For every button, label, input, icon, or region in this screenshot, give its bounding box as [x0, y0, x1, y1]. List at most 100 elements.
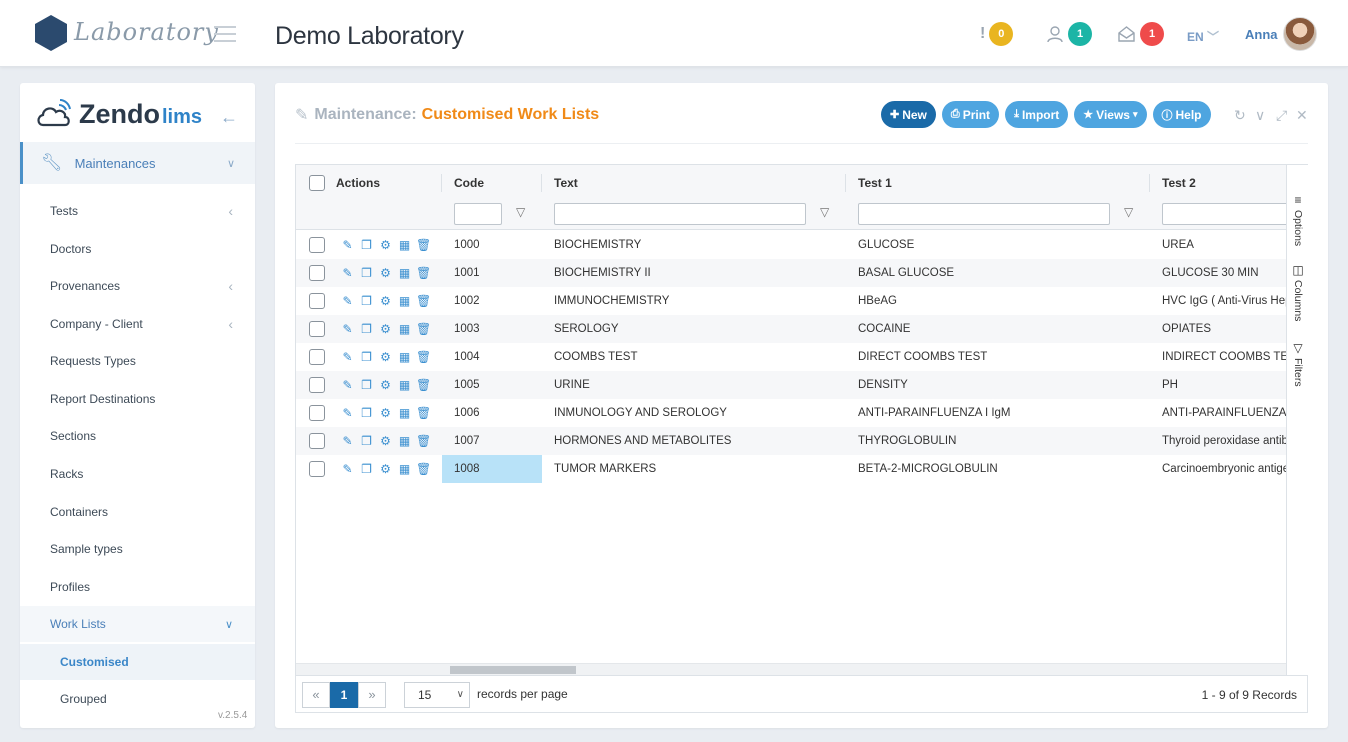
print-button[interactable]: ⎙ Print: [941, 101, 1000, 128]
pencil-icon[interactable]: ✎: [340, 322, 355, 336]
cell-text[interactable]: URINE: [554, 371, 844, 399]
row-checkbox[interactable]: [309, 265, 325, 281]
trash-icon[interactable]: 🗑︎: [416, 462, 431, 476]
trash-icon[interactable]: 🗑︎: [416, 434, 431, 448]
table-row[interactable]: ✎ ❐ ⚙ ▦ 🗑︎ 1003 SEROLOGY COCAINE OPIATES: [296, 315, 1286, 343]
cell-text[interactable]: BIOCHEMISTRY: [554, 231, 844, 259]
sidebar-section-maintenances[interactable]: 🔧︎ Maintenances ∨: [20, 142, 255, 184]
cell-test1[interactable]: COCAINE: [858, 315, 1148, 343]
trash-icon[interactable]: 🗑︎: [416, 238, 431, 252]
row-checkbox[interactable]: [309, 405, 325, 421]
user-name[interactable]: Anna: [1245, 27, 1278, 42]
code-filter-input[interactable]: [454, 203, 502, 225]
views-button[interactable]: ★ Views ▾: [1074, 101, 1147, 128]
table-row[interactable]: ✎ ❐ ⚙ ▦ 🗑︎ 1007 HORMONES AND METABOLITES THYROG…: [296, 427, 1286, 455]
table-row[interactable]: ✎ ❐ ⚙ ▦ 🗑︎ 1008 TUMOR MARKERS BETA-2-MICROGLOBU…: [296, 455, 1286, 483]
cell-text[interactable]: TUMOR MARKERS: [554, 455, 844, 483]
import-button[interactable]: ⤓ Import: [1005, 101, 1069, 128]
row-checkbox[interactable]: [309, 293, 325, 309]
copy-icon[interactable]: ❐: [359, 350, 374, 364]
text-filter-input[interactable]: [554, 203, 806, 225]
filter-icon[interactable]: ▽: [820, 205, 829, 219]
row-checkbox[interactable]: [309, 377, 325, 393]
cell-test1[interactable]: DENSITY: [858, 371, 1148, 399]
sidebar-subitem-customised[interactable]: Customised: [20, 644, 255, 680]
trash-icon[interactable]: 🗑︎: [416, 350, 431, 364]
gear-icon[interactable]: ⚙: [378, 350, 393, 364]
gear-icon[interactable]: ⚙: [378, 266, 393, 280]
pencil-icon[interactable]: ✎: [340, 294, 355, 308]
test2-filter-input[interactable]: [1162, 203, 1286, 225]
cell-test2[interactable]: GLUCOSE 30 MIN: [1162, 259, 1286, 287]
filters-tab[interactable]: ▽ Filters: [1289, 341, 1307, 387]
cell-test2[interactable]: OPIATES: [1162, 315, 1286, 343]
copy-icon[interactable]: ❐: [359, 406, 374, 420]
cell-test1[interactable]: DIRECT COOMBS TEST: [858, 343, 1148, 371]
cell-code[interactable]: 1005: [442, 371, 542, 399]
refresh-icon[interactable]: ↻: [1234, 107, 1246, 124]
chevron-down-icon[interactable]: ∨: [1255, 107, 1265, 124]
cell-code[interactable]: 1000: [442, 231, 542, 259]
trash-icon[interactable]: 🗑︎: [416, 322, 431, 336]
film-icon[interactable]: ▦: [397, 322, 412, 336]
filter-icon[interactable]: ▽: [516, 205, 525, 219]
cell-code[interactable]: 1003: [442, 315, 542, 343]
sidebar-item-provenances[interactable]: Provenances ‹: [20, 268, 255, 304]
film-icon[interactable]: ▦: [397, 294, 412, 308]
pencil-icon[interactable]: ✎: [340, 378, 355, 392]
film-icon[interactable]: ▦: [397, 406, 412, 420]
table-row[interactable]: ✎ ❐ ⚙ ▦ 🗑︎ 1004 COOMBS TEST DIRECT COOMBS TEST I…: [296, 343, 1286, 371]
pencil-icon[interactable]: ✎: [340, 238, 355, 252]
copy-icon[interactable]: ❐: [359, 238, 374, 252]
gear-icon[interactable]: ⚙: [378, 406, 393, 420]
sidebar-item-containers[interactable]: Containers: [20, 494, 255, 530]
alerts-button[interactable]: ! 0: [980, 22, 1014, 46]
gear-icon[interactable]: ⚙: [378, 294, 393, 308]
cell-test1[interactable]: HBeAG: [858, 287, 1148, 315]
sidebar-item-sample-types[interactable]: Sample types: [20, 531, 255, 567]
cell-test1[interactable]: BETA-2-MICROGLOBULIN: [858, 455, 1148, 483]
pencil-icon[interactable]: ✎: [340, 462, 355, 476]
cell-test2[interactable]: INDIRECT COOMBS TEST: [1162, 343, 1286, 371]
pencil-icon[interactable]: ✎: [340, 406, 355, 420]
row-checkbox[interactable]: [309, 349, 325, 365]
sidebar-item-company-client[interactable]: Company - Client ‹: [20, 306, 255, 342]
help-button[interactable]: ⓘ Help: [1152, 101, 1211, 128]
arrow-left-icon[interactable]: ←: [220, 107, 238, 128]
copy-icon[interactable]: ❐: [359, 266, 374, 280]
options-tab[interactable]: ≡ Options: [1289, 193, 1307, 246]
table-row[interactable]: ✎ ❐ ⚙ ▦ 🗑︎ 1001 BIOCHEMISTRY II BASAL GLUCOSE GL…: [296, 259, 1286, 287]
copy-icon[interactable]: ❐: [359, 378, 374, 392]
trash-icon[interactable]: 🗑︎: [416, 266, 431, 280]
gear-icon[interactable]: ⚙: [378, 462, 393, 476]
row-checkbox[interactable]: [309, 433, 325, 449]
current-page-button[interactable]: 1: [330, 682, 358, 708]
gear-icon[interactable]: ⚙: [378, 378, 393, 392]
cell-text[interactable]: COOMBS TEST: [554, 343, 844, 371]
row-checkbox[interactable]: [309, 321, 325, 337]
column-separator[interactable]: [541, 174, 542, 192]
sidebar-item-sections[interactable]: Sections: [20, 418, 255, 454]
horizontal-scrollbar[interactable]: [296, 663, 1286, 675]
row-checkbox[interactable]: [309, 237, 325, 253]
new-button[interactable]: ✚ New: [881, 101, 936, 128]
column-header-test1[interactable]: Test 1: [858, 174, 892, 192]
test1-filter-input[interactable]: [858, 203, 1110, 225]
sidebar-item-racks[interactable]: Racks: [20, 456, 255, 492]
cell-text[interactable]: HORMONES AND METABOLITES: [554, 427, 844, 455]
previous-page-button[interactable]: «: [302, 682, 330, 708]
gear-icon[interactable]: ⚙: [378, 434, 393, 448]
sidebar-item-profiles[interactable]: Profiles: [20, 569, 255, 605]
copy-icon[interactable]: ❐: [359, 462, 374, 476]
cell-text[interactable]: BIOCHEMISTRY II: [554, 259, 844, 287]
cell-test2[interactable]: UREA: [1162, 231, 1286, 259]
cell-test1[interactable]: GLUCOSE: [858, 231, 1148, 259]
table-row[interactable]: ✎ ❐ ⚙ ▦ 🗑︎ 1005 URINE DENSITY PH: [296, 371, 1286, 399]
cell-test1[interactable]: BASAL GLUCOSE: [858, 259, 1148, 287]
table-row[interactable]: ✎ ❐ ⚙ ▦ 🗑︎ 1000 BIOCHEMISTRY GLUCOSE UREA: [296, 231, 1286, 259]
pencil-icon[interactable]: ✎: [340, 266, 355, 280]
column-header-code[interactable]: Code: [454, 174, 484, 192]
film-icon[interactable]: ▦: [397, 434, 412, 448]
sidebar-item-report-destinations[interactable]: Report Destinations: [20, 381, 255, 417]
sidebar-item-work-lists[interactable]: Work Lists ∨: [20, 606, 255, 642]
